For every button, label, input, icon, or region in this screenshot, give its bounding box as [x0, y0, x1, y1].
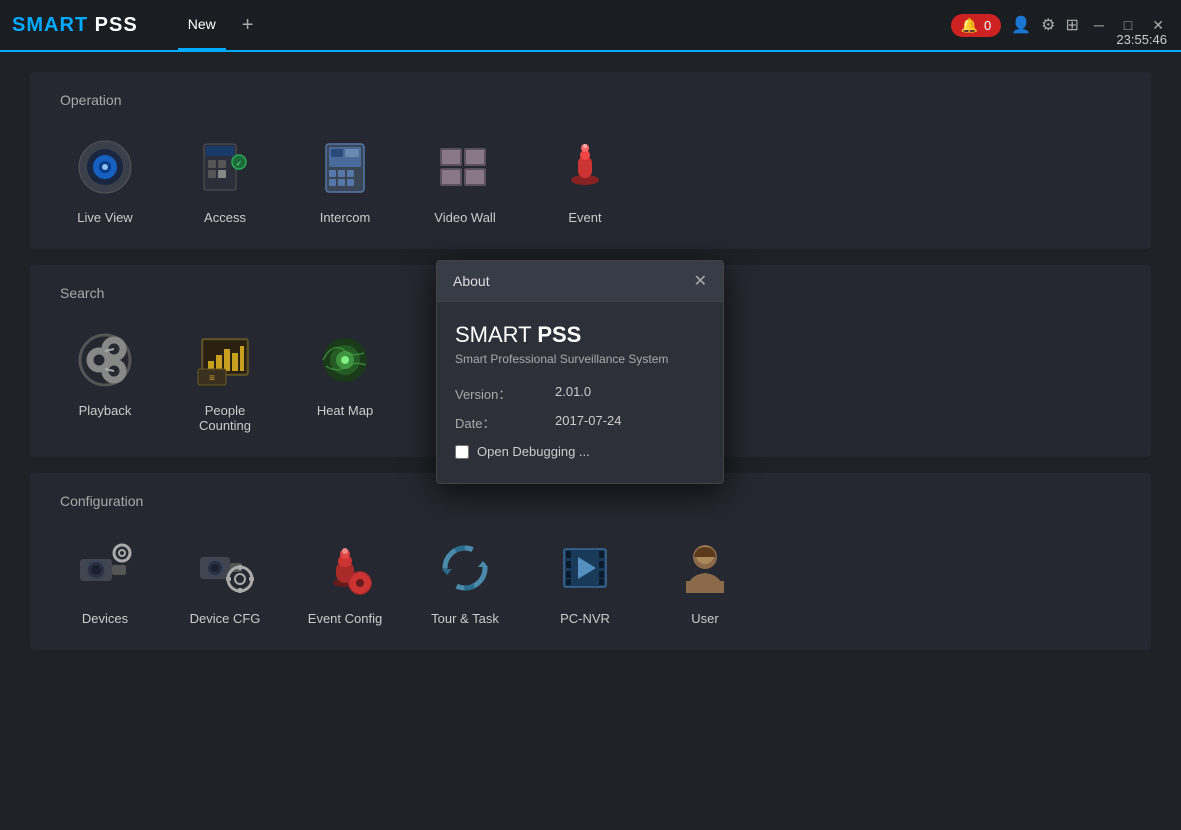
about-version-row: Version： 2.01.0	[455, 384, 705, 403]
about-date-value: 2017-07-24	[555, 413, 622, 432]
about-close-button[interactable]: ✕	[694, 271, 707, 291]
debug-checkbox[interactable]	[455, 445, 469, 459]
about-date-label: Date：	[455, 413, 555, 432]
about-dialog-header: About ✕	[437, 261, 723, 302]
about-date-row: Date： 2017-07-24	[455, 413, 705, 432]
debug-label: Open Debugging ...	[477, 444, 590, 459]
about-version-value: 2.01.0	[555, 384, 591, 403]
about-app-name: SMART PSS	[455, 322, 705, 348]
about-tagline: Smart Professional Surveillance System	[455, 352, 705, 366]
about-dialog: About ✕ SMART PSS Smart Professional Sur…	[436, 260, 724, 484]
about-dialog-body: SMART PSS Smart Professional Surveillanc…	[437, 302, 723, 483]
about-debug-row: Open Debugging ...	[455, 444, 705, 459]
about-title: About	[453, 273, 490, 289]
about-version-label: Version：	[455, 384, 555, 403]
about-overlay: About ✕ SMART PSS Smart Professional Sur…	[0, 0, 1181, 830]
